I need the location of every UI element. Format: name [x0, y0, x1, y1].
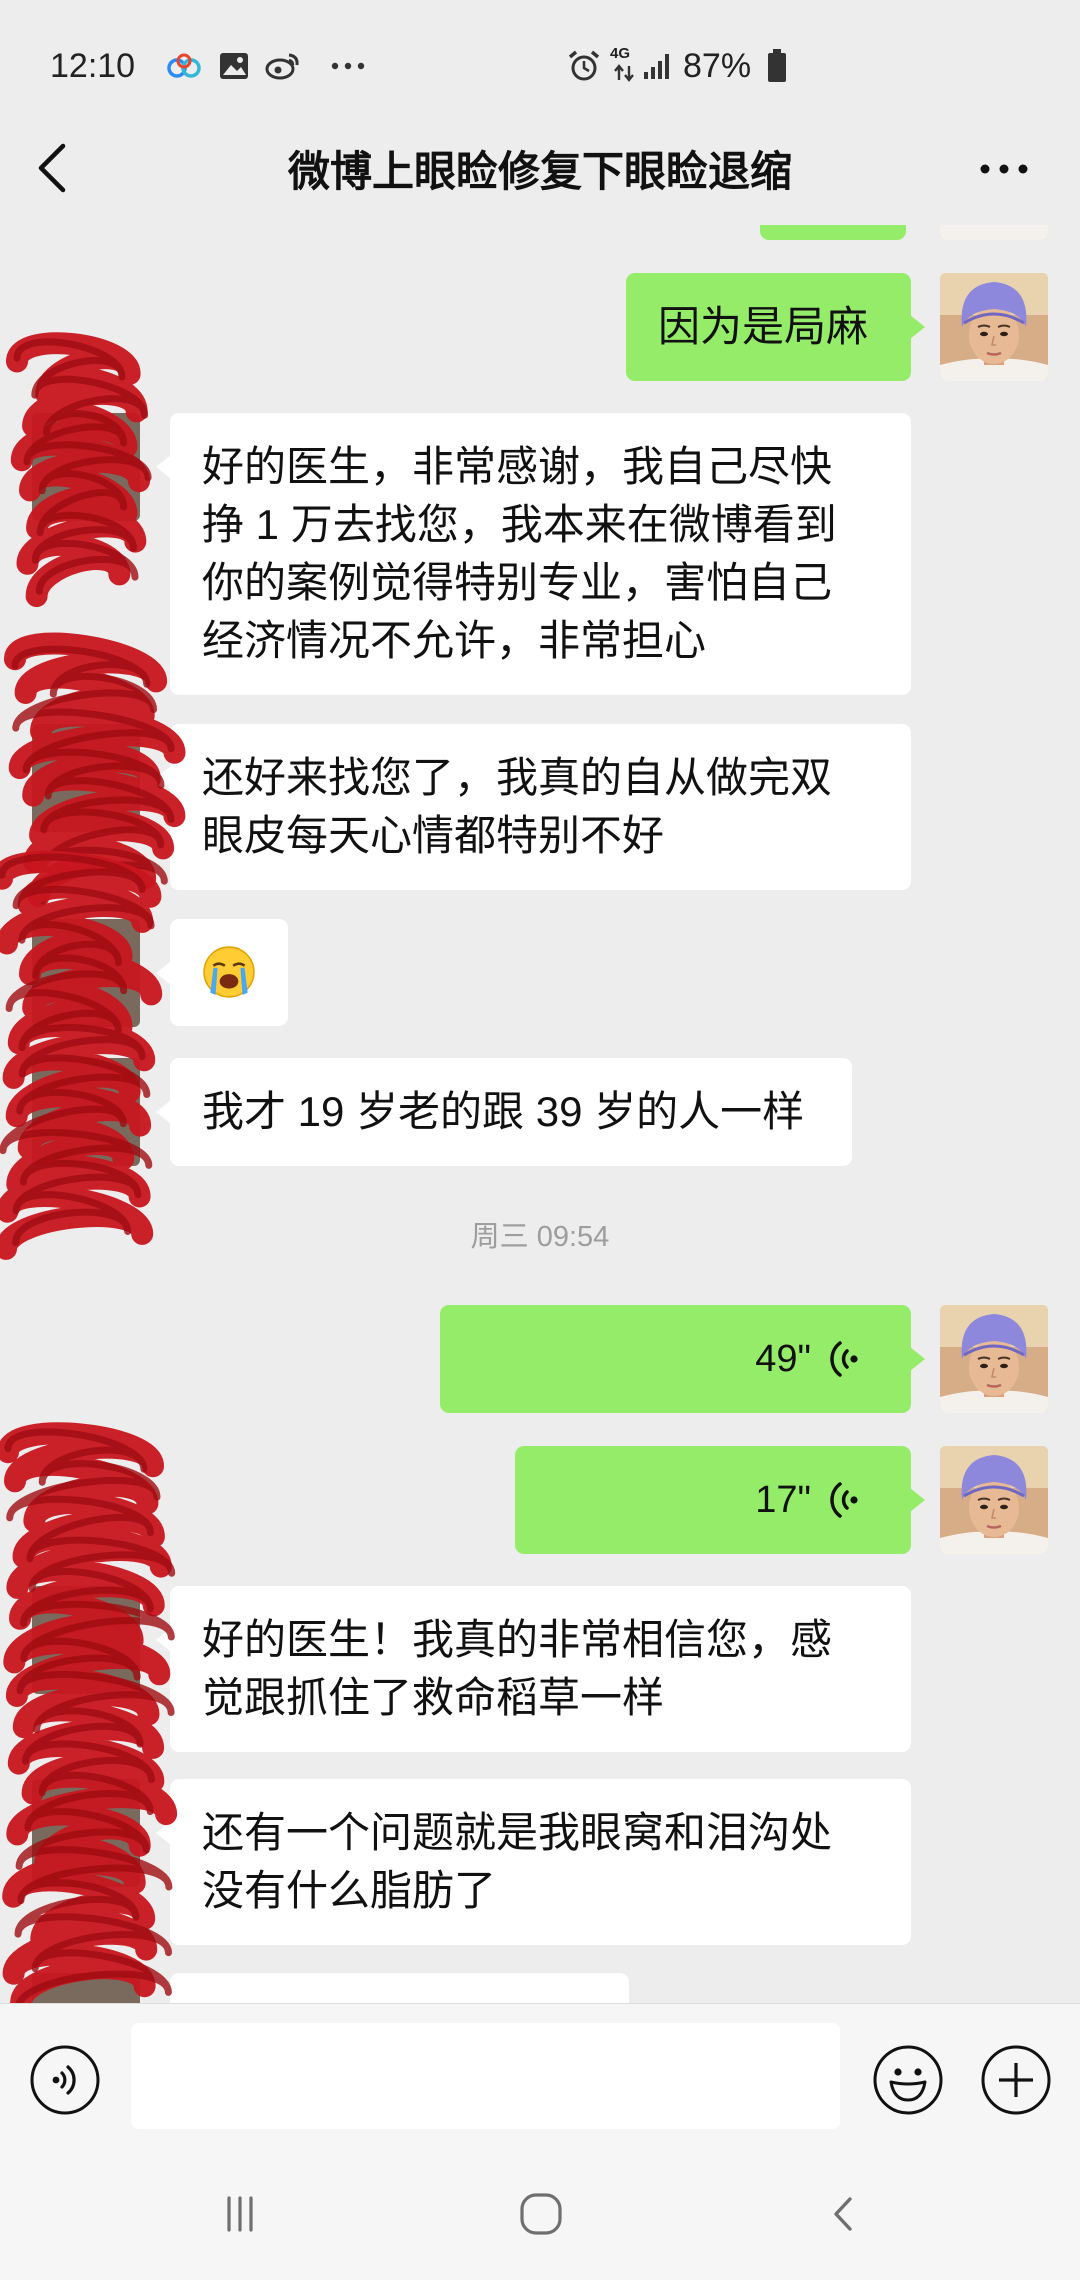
contact-avatar[interactable] [32, 724, 140, 832]
alarm-icon [568, 50, 600, 81]
voice-duration: 17" [755, 1479, 811, 1521]
voice-wave-icon [830, 1341, 858, 1377]
battery-percent: 87% [683, 47, 752, 85]
plus-icon[interactable] [980, 2044, 1052, 2116]
doctor-avatar[interactable] [940, 1446, 1048, 1554]
contact-avatar[interactable] [32, 413, 140, 521]
voice-message-bubble[interactable]: 17" [515, 1446, 925, 1554]
chat-area[interactable]: 因为是局麻 好的医生，非常感谢，我自己尽快 挣 1 万去找您，我本来在微博看到 … [0, 225, 1080, 2003]
voice-input-icon[interactable] [29, 2044, 101, 2116]
message-line: 还有一个问题就是我眼窝和泪沟处 [202, 1809, 833, 1856]
more-icon[interactable] [978, 162, 1030, 176]
incoming-message-bubble[interactable]: 我才 19 岁老的跟 39 岁的人一样 [156, 1058, 852, 1166]
back-icon[interactable] [826, 2194, 860, 2234]
status-time: 12:10 [50, 47, 136, 85]
message-input[interactable] [131, 2023, 840, 2129]
incoming-message-bubble[interactable] [156, 919, 288, 1026]
recent-apps-icon[interactable] [220, 2194, 260, 2234]
message-line: 眼皮每天心情都特别不好 [202, 812, 665, 859]
message-text: 因为是局麻 [658, 303, 869, 350]
outgoing-message-bubble[interactable] [760, 225, 906, 240]
message-line: 还好来找您了，我真的自从做完双 [202, 754, 833, 801]
doctor-avatar[interactable] [940, 1305, 1048, 1413]
voice-duration: 49" [755, 1338, 811, 1380]
emoji-icon[interactable] [872, 2044, 944, 2116]
message-line: 好的医生，非常感谢，我自己尽快 [202, 443, 833, 490]
input-bar [0, 2003, 1080, 2152]
gallery-icon [220, 53, 248, 79]
system-nav-bar [0, 2152, 1080, 2280]
incoming-message-bubble[interactable]: 好的医生，非常感谢，我自己尽快 挣 1 万去找您，我本来在微博看到 你的案例觉得… [156, 413, 911, 695]
contact-avatar[interactable] [32, 1779, 140, 1887]
message-line: 经济情况不允许，非常担心 [202, 617, 707, 664]
network-type-label: 4G [610, 45, 631, 62]
message-line: 你的案例觉得特别专业，害怕自己 [202, 559, 833, 606]
incoming-message-bubble[interactable] [170, 1973, 629, 2003]
voice-message-bubble[interactable]: 49" [440, 1305, 925, 1413]
message-line: 觉跟抓住了救命稻草一样 [202, 1674, 665, 1721]
chat-title: 微博上眼睑修复下眼睑退缩 [287, 148, 792, 195]
home-icon[interactable] [518, 2191, 564, 2237]
doctor-avatar[interactable] [940, 225, 1048, 240]
chat-header: 微博上眼睑修复下眼睑退缩 [0, 90, 1080, 225]
more-notifications-icon [331, 62, 365, 70]
outgoing-message-bubble[interactable]: 因为是局麻 [626, 273, 925, 381]
incoming-message-bubble[interactable]: 好的医生！我真的非常相信您，感 觉跟抓住了救命稻草一样 [156, 1586, 911, 1752]
battery-icon [768, 49, 786, 82]
contact-avatar[interactable] [32, 919, 140, 1027]
contact-avatar[interactable] [32, 1058, 140, 1166]
contact-avatar[interactable] [32, 1586, 140, 1694]
incoming-message-bubble[interactable]: 还有一个问题就是我眼窝和泪沟处 没有什么脂肪了 [156, 1779, 911, 1945]
incoming-message-bubble[interactable]: 还好来找您了，我真的自从做完双 眼皮每天心情都特别不好 [156, 724, 911, 890]
message-timestamp: 周三 09:54 [470, 1221, 610, 1253]
voice-wave-icon [830, 1482, 858, 1518]
baidu-netdisk-icon [167, 53, 201, 78]
message-line: 好的医生！我真的非常相信您，感 [202, 1616, 833, 1663]
message-line: 没有什么脂肪了 [202, 1867, 497, 1914]
contact-avatar[interactable] [32, 1973, 140, 2003]
message-text: 我才 19 岁老的跟 39 岁的人一样 [202, 1088, 805, 1135]
weibo-icon [265, 53, 299, 80]
signal-icon [644, 54, 669, 79]
doctor-avatar[interactable] [940, 273, 1048, 381]
message-line: 挣 1 万去找您，我本来在微博看到 [202, 501, 837, 548]
mobile-data-icon [614, 64, 634, 82]
loudly-crying-face-icon [203, 946, 255, 998]
status-bar: 12:10 4G 87% [0, 0, 1080, 90]
